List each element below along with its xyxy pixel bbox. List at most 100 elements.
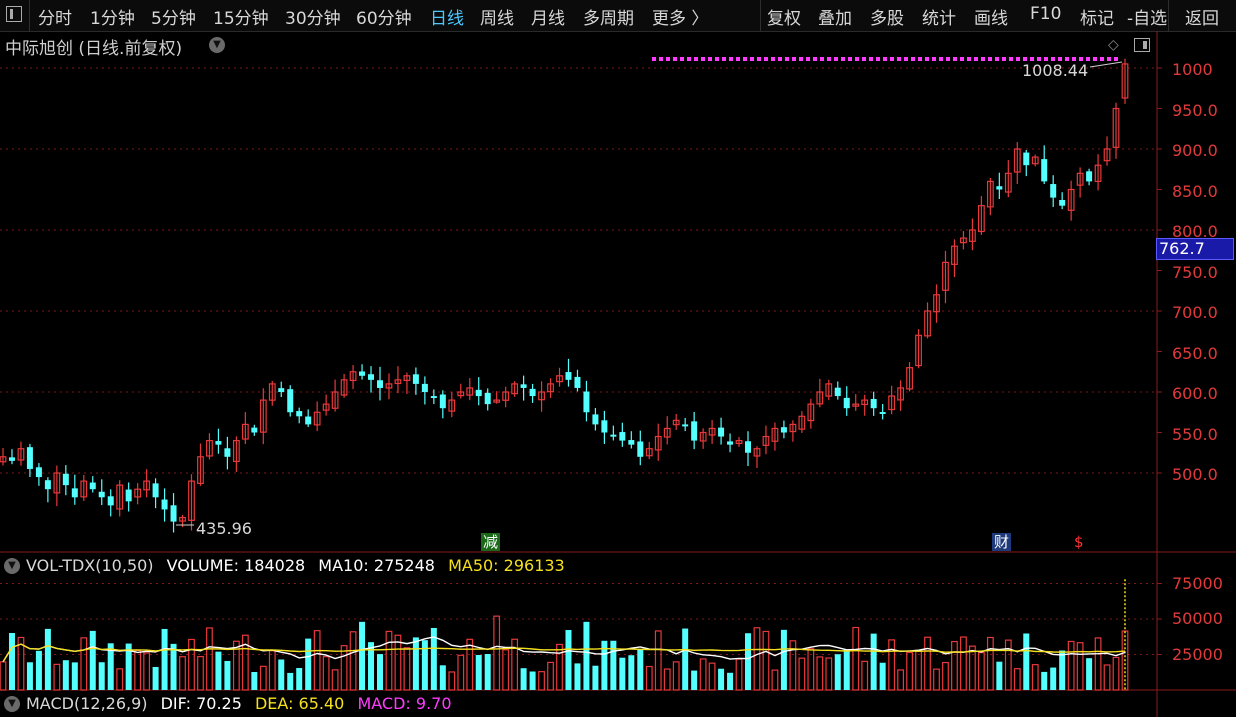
volume-ma50: MA50: 296133 xyxy=(448,556,565,575)
volume-bar xyxy=(1094,637,1102,691)
macd-value: MACD: 9.70 xyxy=(357,694,452,713)
volume-bar xyxy=(206,627,213,691)
volume-bar xyxy=(8,633,15,690)
macd-header: MACD(12,26,9) DIF: 70.25 DEA: 65.40 MACD… xyxy=(26,694,460,713)
volume-bar xyxy=(134,649,142,691)
volume-bar xyxy=(708,662,716,691)
volume-bar xyxy=(592,665,599,690)
candle-body xyxy=(125,489,132,502)
finance-marker[interactable]: 财 xyxy=(992,533,1012,551)
candle-body xyxy=(161,499,168,510)
candle-body xyxy=(718,427,725,437)
price-axis-label: 700.0 xyxy=(1172,303,1218,322)
candle-body xyxy=(1041,159,1048,182)
volume-bar xyxy=(942,661,949,691)
volume-bar xyxy=(960,636,967,691)
volume-indicator-name: VOL-TDX(10,50) xyxy=(26,556,154,575)
volume-bar xyxy=(448,671,456,691)
candle-body xyxy=(368,374,375,380)
macd-menu-icon[interactable]: ▼ xyxy=(4,696,20,712)
volume-bar xyxy=(727,672,734,690)
volume-bar xyxy=(996,661,1003,690)
candle-body xyxy=(251,427,258,433)
candle-body xyxy=(170,505,177,522)
volume-bar xyxy=(745,633,752,690)
price-axis-label: 900.0 xyxy=(1172,141,1218,160)
volume-bar xyxy=(287,672,294,690)
candle-body xyxy=(1050,184,1057,198)
volume-bar xyxy=(179,656,186,691)
candle-body xyxy=(610,434,617,437)
volume-axis-label: 25000 xyxy=(1172,645,1223,664)
candle-body xyxy=(780,427,787,433)
volume-bar xyxy=(35,650,42,690)
candle-body xyxy=(152,483,159,498)
candle-body xyxy=(296,411,303,417)
volume-bar xyxy=(62,660,69,690)
volume-bar xyxy=(718,668,725,690)
volume-bar xyxy=(924,636,931,691)
volume-menu-icon[interactable]: ▼ xyxy=(4,558,20,574)
price-axis-label: 850.0 xyxy=(1172,182,1218,201)
volume-bar xyxy=(682,628,689,690)
candle-body xyxy=(592,414,599,425)
volume-bar xyxy=(322,656,330,691)
price-axis-label: 950.0 xyxy=(1172,101,1218,120)
candle-body xyxy=(601,420,608,433)
volume-bar xyxy=(654,630,662,691)
candle-body xyxy=(35,467,42,478)
volume-bar xyxy=(1013,668,1021,691)
volume-bar xyxy=(637,649,644,690)
volume-bar xyxy=(71,662,78,690)
volume-bar xyxy=(502,649,510,691)
volume-bar xyxy=(906,651,913,691)
volume-header: VOL-TDX(10,50) VOLUME: 184028 MA10: 2752… xyxy=(26,556,573,575)
high-pointer xyxy=(1089,61,1123,68)
candle-body xyxy=(107,496,114,506)
volume-bar xyxy=(376,654,383,690)
volume-bar xyxy=(421,640,428,690)
volume-bar xyxy=(574,663,581,690)
reduce-marker[interactable]: 减 xyxy=(481,533,501,551)
candle-body xyxy=(44,480,51,490)
candle-body xyxy=(520,384,527,388)
volume-bar xyxy=(493,615,501,691)
volume-bar xyxy=(116,668,124,691)
candle-body xyxy=(439,394,446,409)
volume-bar xyxy=(762,630,770,691)
candle-body xyxy=(834,387,841,397)
price-axis-label: 600.0 xyxy=(1172,384,1218,403)
volume-bar xyxy=(520,668,527,690)
volume-bar xyxy=(699,658,707,691)
candle-body xyxy=(278,388,285,392)
volume-bar xyxy=(484,654,491,690)
price-chart[interactable] xyxy=(0,0,1236,717)
macd-indicator-name: MACD(12,26,9) xyxy=(26,694,148,713)
volume-bar xyxy=(224,660,231,690)
candle-body xyxy=(359,371,366,376)
volume-bar xyxy=(268,650,276,691)
volume-bar xyxy=(556,643,563,691)
volume-bar xyxy=(0,661,7,691)
volume-bar xyxy=(241,634,249,691)
volume-bar xyxy=(888,639,896,691)
volume-bar xyxy=(645,665,653,691)
volume-bar xyxy=(457,654,465,691)
volume-bar xyxy=(170,643,177,690)
volume-bar xyxy=(53,663,61,691)
candle-body xyxy=(879,412,886,415)
volume-bar xyxy=(933,668,940,691)
volume-bar xyxy=(1086,658,1093,690)
volume-bar xyxy=(197,656,204,691)
dollar-marker[interactable]: $ xyxy=(1072,533,1086,551)
volume-bar xyxy=(359,621,366,690)
candle-body xyxy=(1023,152,1030,166)
candle-body xyxy=(1086,171,1093,182)
price-axis-label: 750.0 xyxy=(1172,263,1218,282)
volume-bar xyxy=(44,628,51,690)
volume-bar xyxy=(753,627,761,691)
volume-bar xyxy=(583,621,590,690)
volume-bar xyxy=(663,668,671,691)
volume-bar xyxy=(475,654,482,690)
candle-body xyxy=(843,397,850,409)
